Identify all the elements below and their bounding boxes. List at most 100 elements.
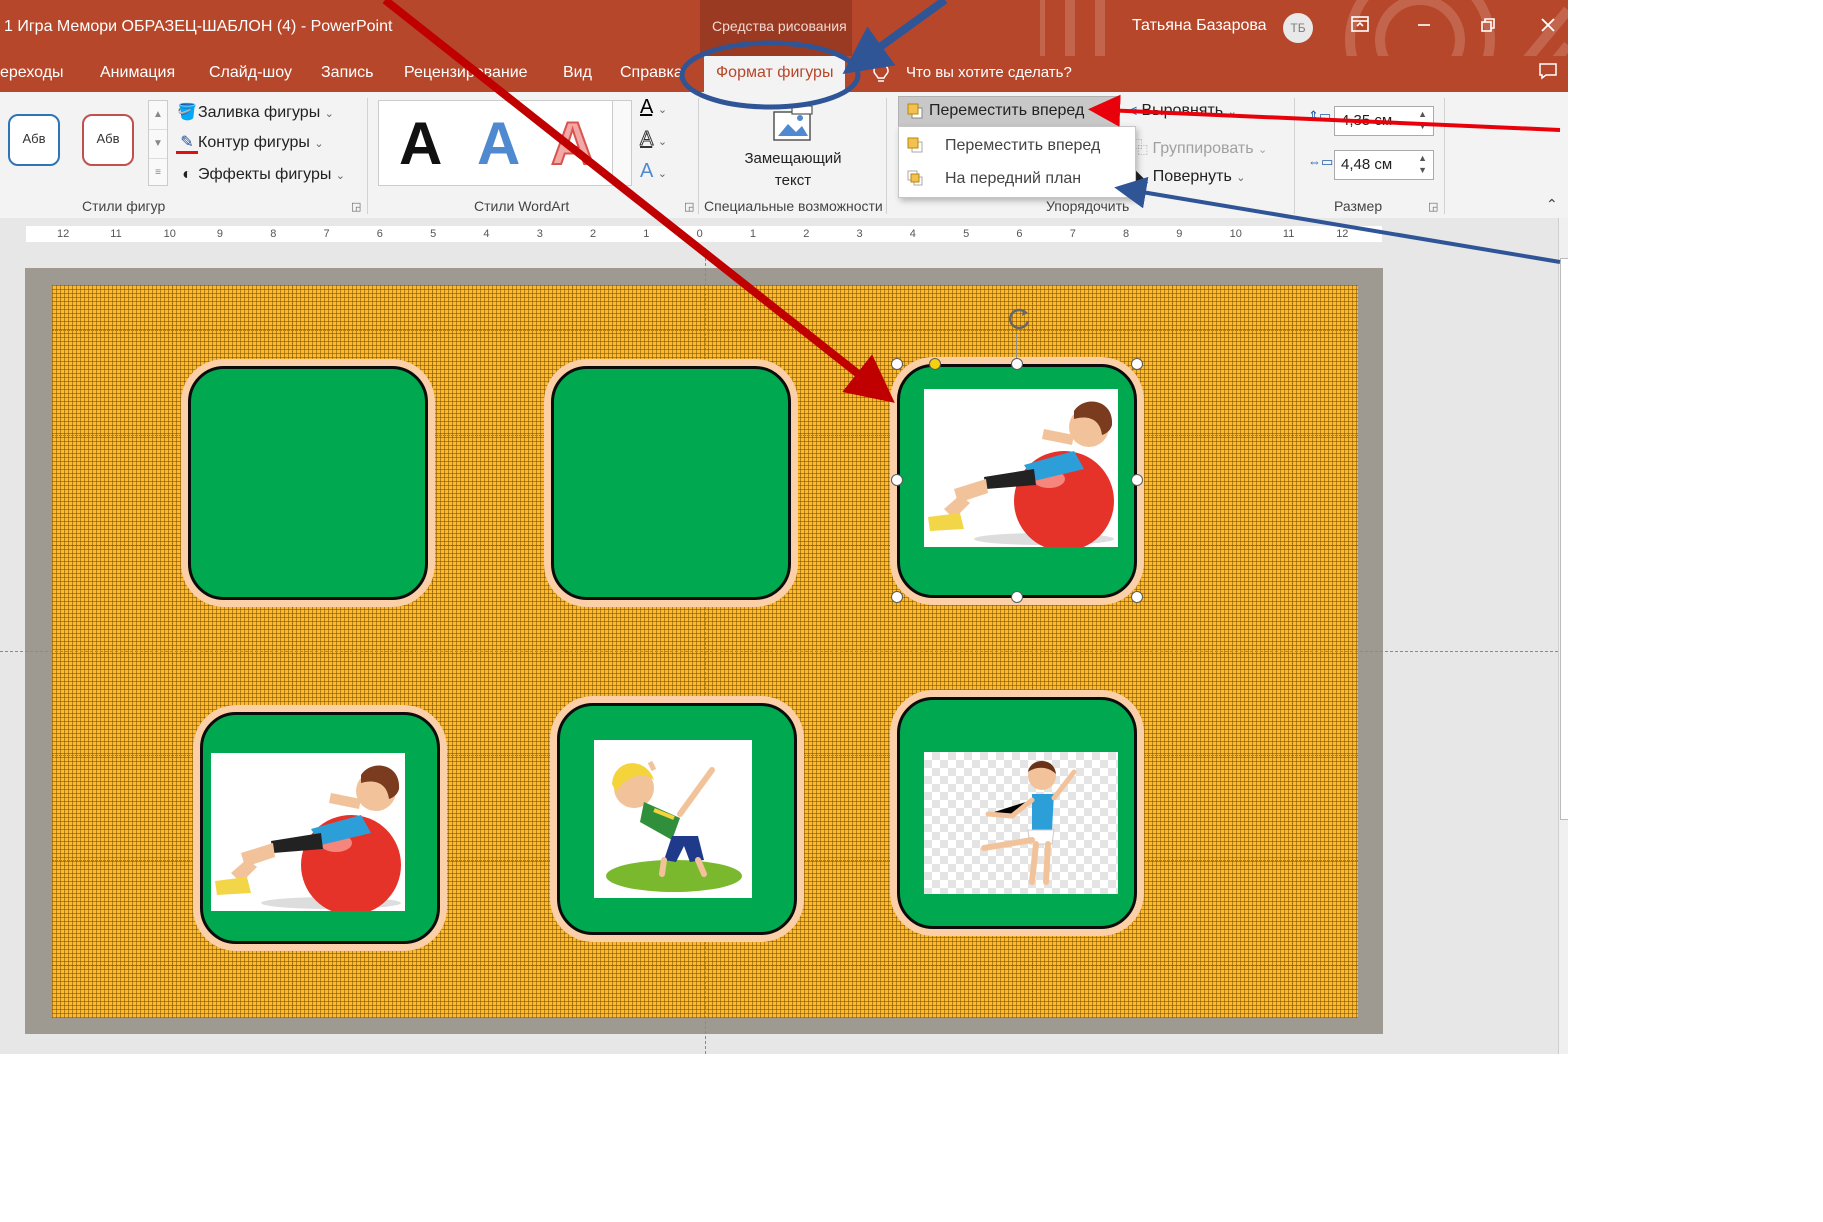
tab-shape-format[interactable]: Формат фигуры <box>704 56 846 92</box>
wordart-gallery[interactable]: A A A <box>378 100 614 186</box>
text-effects-icon[interactable]: A ⌄ <box>640 160 667 183</box>
align-button[interactable]: ⫷ Выровнять ⌄ <box>1128 102 1237 120</box>
menu-item-bring-to-front[interactable]: На передний план <box>899 163 1135 196</box>
tell-me-search[interactable]: Что вы хотите сделать? <box>906 64 1072 81</box>
rotate-handle-icon[interactable] <box>1004 304 1034 334</box>
group-label-shape-styles: Стили фигур <box>82 198 166 214</box>
shape-width-input[interactable]: 4,48 см ▲ ▼ <box>1334 150 1434 180</box>
bring-forward-button[interactable]: Переместить вперед <box>898 96 1120 128</box>
horizontal-guide[interactable] <box>0 651 1558 652</box>
ruler-tick-label: 12 <box>57 228 70 240</box>
tab-help[interactable]: Справка <box>620 64 683 82</box>
group-objects-button[interactable]: ⿻ Группировать ⌄ <box>1132 134 1267 158</box>
memory-card-bottom-middle[interactable] <box>557 703 797 935</box>
rotate-icon: ◣ <box>1136 168 1149 185</box>
bring-forward-icon <box>907 103 923 119</box>
group-label-accessibility: Специальные возможности <box>704 198 883 214</box>
dialog-launcher-icon[interactable]: ◲ <box>1428 200 1438 213</box>
girl-on-fitness-ball-picture[interactable] <box>211 753 405 911</box>
paint-bucket-icon: 🪣 <box>177 104 197 121</box>
comments-icon[interactable] <box>1538 62 1558 85</box>
gallery-more-icon[interactable]: ≡ <box>149 159 167 187</box>
shape-width-value: 4,48 см <box>1341 156 1393 173</box>
vertical-scrollbar[interactable] <box>1558 218 1568 1054</box>
tab-view[interactable]: Вид <box>563 64 592 82</box>
adjust-handle[interactable] <box>929 358 941 370</box>
shape-effects-button[interactable]: ◐ Эффекты фигуры ⌄ <box>176 166 345 184</box>
dialog-launcher-icon[interactable]: ◲ <box>351 200 361 213</box>
memory-card-bottom-right[interactable] <box>897 697 1137 929</box>
wordart-style-red-outline[interactable]: A <box>550 109 595 178</box>
tab-slide-show[interactable]: Слайд-шоу <box>209 64 292 82</box>
shape-height-input[interactable]: 4,35 см ▲ ▼ <box>1334 106 1434 136</box>
wordart-style-black[interactable]: A <box>399 109 442 178</box>
wordart-gallery-scroll[interactable] <box>612 100 632 186</box>
memory-card-bottom-left[interactable] <box>200 712 440 944</box>
group-label-wordart: Стили WordArt <box>474 198 570 214</box>
ribbon-display-options-icon[interactable] <box>1346 14 1374 42</box>
dialog-launcher-icon[interactable]: ◲ <box>684 200 694 213</box>
shape-effects-label: Эффекты фигуры <box>198 166 332 183</box>
spin-down-icon[interactable]: ▼ <box>1418 165 1427 175</box>
alt-text-button[interactable]: Замещающий текст <box>730 148 856 192</box>
context-group-label: Средства рисования <box>712 18 847 34</box>
menu-item-label: На передний план <box>945 170 1082 187</box>
scroll-up-icon[interactable]: ▲ <box>149 101 167 130</box>
wordart-style-blue[interactable]: A <box>477 109 520 178</box>
user-name[interactable]: Татьяна Базарова <box>1132 17 1267 35</box>
ruler-tick-label: 6 <box>376 228 383 240</box>
memory-card-top-left[interactable] <box>188 366 428 600</box>
girl-stretching-picture[interactable] <box>594 740 752 898</box>
shape-outline-button[interactable]: ✎ Контур фигуры ⌄ <box>176 134 324 154</box>
tab-transitions[interactable]: ереходы <box>0 64 64 82</box>
chevron-down-icon: ⌄ <box>324 108 334 120</box>
resize-handle[interactable] <box>891 474 903 486</box>
menu-item-bring-forward[interactable]: Переместить вперед <box>899 130 1135 163</box>
girl-on-fitness-ball-illustration <box>215 765 401 911</box>
tab-review[interactable]: Рецензирование <box>404 64 528 82</box>
resize-handle[interactable] <box>1131 474 1143 486</box>
girl-on-fitness-ball-picture[interactable] <box>924 389 1118 547</box>
shape-style-thumb-red[interactable]: Абв <box>82 114 134 166</box>
ruler-tick-label: 3 <box>536 228 543 240</box>
shape-fill-button[interactable]: 🪣Заливка фигуры ⌄ <box>176 102 334 122</box>
tab-animations[interactable]: Анимация <box>100 64 175 82</box>
bring-forward-icon <box>907 137 923 153</box>
resize-handle[interactable] <box>1131 591 1143 603</box>
alt-text-icon[interactable] <box>772 106 814 142</box>
tab-record[interactable]: Запись <box>321 64 374 82</box>
minimize-icon[interactable] <box>1410 14 1438 42</box>
rotate-button[interactable]: ◣ Повернуть ⌄ <box>1136 166 1245 186</box>
close-icon[interactable] <box>1534 14 1562 42</box>
resize-handle[interactable] <box>891 591 903 603</box>
spin-up-icon[interactable]: ▲ <box>1418 109 1427 119</box>
avatar[interactable]: ТБ <box>1283 13 1313 43</box>
group-label-size: Размер <box>1334 198 1383 214</box>
collapse-ribbon-icon[interactable]: ⌃ <box>1546 196 1558 213</box>
scroll-down-icon[interactable]: ▼ <box>149 130 167 159</box>
lightbulb-icon[interactable] <box>872 62 890 89</box>
ruler-tick-label: 12 <box>1336 228 1349 240</box>
align-label: Выровнять <box>1141 102 1224 119</box>
ruler-tick-label: 7 <box>1069 228 1076 240</box>
ruler-tick-label: 6 <box>1016 228 1023 240</box>
group-separator <box>698 98 699 214</box>
spin-down-icon[interactable]: ▼ <box>1418 121 1427 131</box>
shape-style-thumb-blue[interactable]: Абв <box>8 114 60 166</box>
scrollbar-thumb[interactable] <box>1560 258 1568 820</box>
shape-styles-gallery-scroll[interactable]: ▲ ▼ ≡ <box>148 100 168 186</box>
memory-card-top-right[interactable] <box>897 364 1137 598</box>
ruler-tick-label: 0 <box>696 228 703 240</box>
text-outline-icon[interactable]: A ⌄ <box>639 128 667 151</box>
restore-icon[interactable] <box>1474 14 1502 42</box>
resize-handle[interactable] <box>1011 358 1023 370</box>
resize-handle[interactable] <box>1131 358 1143 370</box>
memory-card-top-middle[interactable] <box>551 366 791 600</box>
spin-up-icon[interactable]: ▲ <box>1418 153 1427 163</box>
resize-handle[interactable] <box>891 358 903 370</box>
text-fill-icon[interactable]: A ⌄ <box>640 96 667 119</box>
boy-ballet-picture[interactable] <box>924 752 1118 894</box>
girl-stretching-illustration <box>606 760 742 892</box>
chevron-down-icon: ⌄ <box>335 170 346 182</box>
resize-handle[interactable] <box>1011 591 1023 603</box>
